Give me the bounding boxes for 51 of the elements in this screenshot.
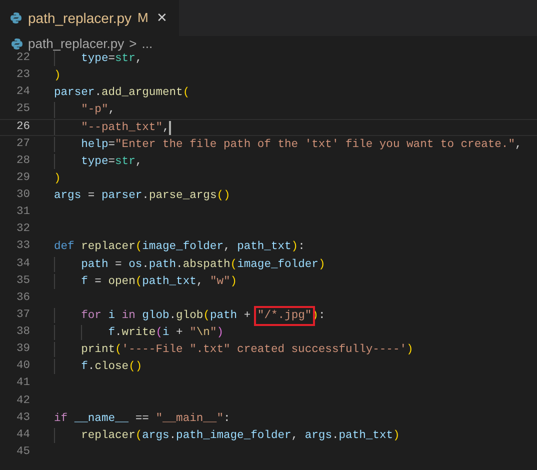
- code-line: print('----File ".txt" created successfully----'): [80, 344, 414, 356]
- breadcrumb-more[interactable]: ...: [142, 34, 153, 54]
- code-line: f = open(path_txt, "w"): [80, 276, 238, 288]
- line-number: 24: [15, 85, 30, 100]
- line-number: 45: [15, 444, 30, 460]
- tab-label: path_replacer.py: [28, 8, 132, 28]
- line-number: 32: [15, 222, 30, 238]
- line-number: 23: [15, 68, 30, 84]
- code-line: help="Enter the file path of the 'txt' file you want to create.",: [80, 138, 522, 151]
- code-line: def replacer(image_folder, path_txt):: [54, 241, 305, 254]
- line-number: 29: [15, 170, 30, 186]
- code-line: parser.add_argument(: [54, 87, 190, 100]
- line-number: 36: [15, 290, 30, 306]
- code-line: args = parser.parse_args(): [54, 190, 230, 202]
- code-line: ): [54, 70, 61, 82]
- close-button[interactable]: ✕: [154, 8, 170, 28]
- line-number: 38: [15, 325, 30, 340]
- code-line: replacer(args.path_image_folder, args.path_txt): [80, 430, 400, 442]
- code-line: path = os.path.abspath(image_folder): [80, 258, 326, 270]
- python-icon: [10, 12, 22, 24]
- code-line: type=str,: [80, 53, 142, 65]
- code-line: "-p",: [80, 104, 116, 116]
- line-number: 25: [15, 102, 30, 118]
- line-number: 31: [15, 205, 30, 220]
- breadcrumb-file[interactable]: path_replacer.py: [28, 34, 124, 54]
- line-number: 42: [15, 394, 30, 409]
- code-line: type=str,: [80, 156, 142, 168]
- text-cursor: [169, 120, 172, 134]
- line-number: 26: [15, 120, 30, 135]
- line-number: 30: [15, 188, 30, 204]
- modified-label: M: [138, 9, 148, 28]
- breadcrumb-separator: >: [129, 35, 137, 54]
- line-number: 22: [15, 51, 30, 66]
- code-line: "--path_txt",: [80, 122, 170, 134]
- code-line: f.close(): [80, 361, 142, 374]
- line-number: 37: [15, 308, 30, 323]
- line-number: 27: [15, 136, 30, 152]
- line-number: 44: [15, 428, 30, 443]
- line-number: 33: [15, 239, 30, 254]
- line-number: 40: [15, 359, 30, 374]
- line-number: 39: [15, 342, 30, 358]
- line-number: 35: [15, 274, 30, 289]
- code-line: ): [54, 172, 61, 185]
- code-line: f.write(i + "\n"): [107, 327, 224, 339]
- line-number: 41: [15, 376, 30, 392]
- line-number: 34: [15, 256, 30, 272]
- editor-tab[interactable]: path_replacer.py M ✕: [0, 0, 180, 36]
- python-icon: [11, 38, 23, 50]
- code-line: if __name__ == "__main__":: [54, 412, 230, 425]
- line-number: 43: [15, 410, 30, 426]
- line-number: 28: [15, 154, 30, 169]
